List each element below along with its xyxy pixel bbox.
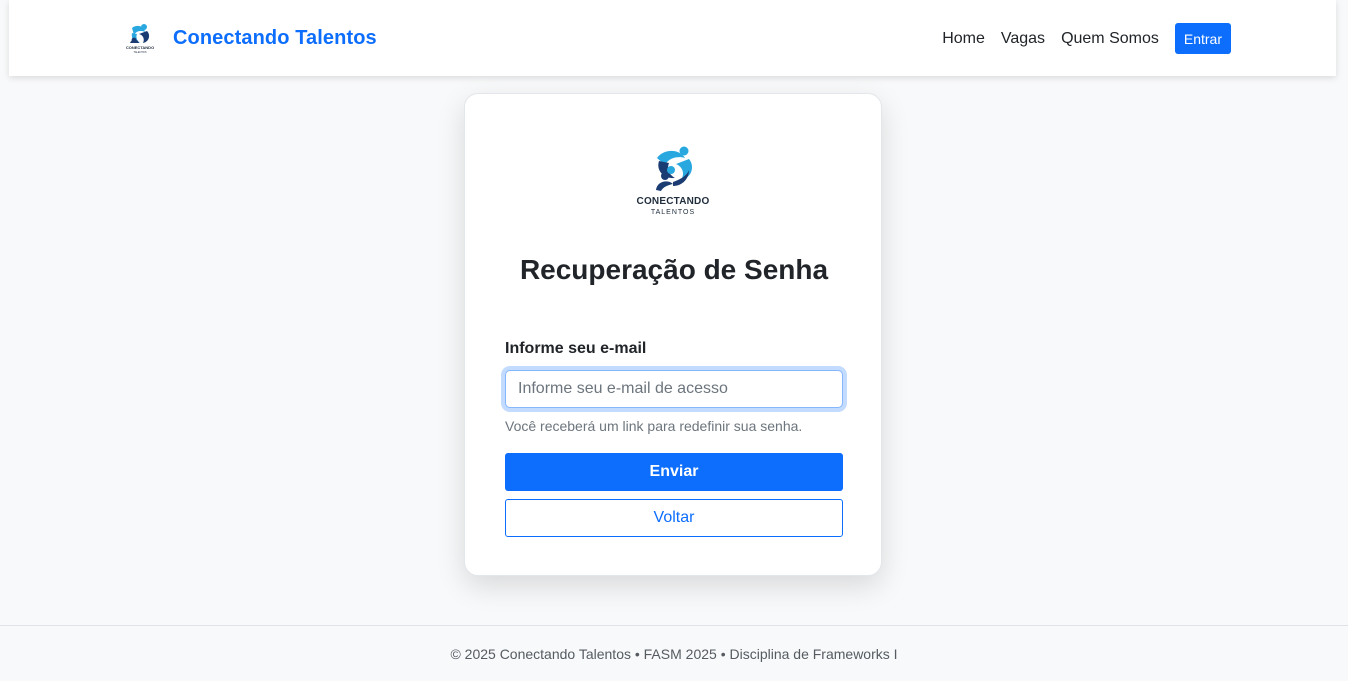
nav-link-quem-somos[interactable]: Quem Somos bbox=[1061, 30, 1159, 48]
submit-button[interactable]: Enviar bbox=[505, 453, 843, 491]
brand-link[interactable]: CONECTANDO TALENTOS Conectando Talentos bbox=[123, 22, 377, 54]
card-logo: CONECTANDO TALENTOS bbox=[631, 146, 715, 220]
back-button[interactable]: Voltar bbox=[505, 499, 843, 537]
top-navbar: CONECTANDO TALENTOS Conectando Talentos … bbox=[9, 0, 1336, 76]
email-input[interactable] bbox=[505, 370, 843, 408]
page-title: Recuperação de Senha bbox=[519, 254, 829, 285]
nav-link-vagas[interactable]: Vagas bbox=[1001, 30, 1045, 48]
svg-text:TALENTOS: TALENTOS bbox=[134, 51, 147, 54]
logo-subtext: TALENTOS bbox=[650, 209, 696, 216]
footer-text: © 2025 Conectando Talentos • FASM 2025 •… bbox=[450, 645, 898, 662]
brand-name[interactable]: Conectando Talentos bbox=[173, 27, 377, 50]
svg-text:CONECTANDO: CONECTANDO bbox=[126, 45, 154, 50]
connecting-people-logo-icon bbox=[656, 146, 693, 191]
brand-logo-icon: CONECTANDO TALENTOS bbox=[126, 24, 154, 54]
nav-link-home[interactable]: Home bbox=[942, 30, 985, 48]
email-help-text: Você receberá um link para redefinir sua… bbox=[505, 418, 803, 434]
email-label: Informe seu e-mail bbox=[505, 340, 647, 357]
password-recovery-card: CONECTANDO TALENTOS Recuperação de Senha… bbox=[464, 93, 882, 576]
login-button[interactable]: Entrar bbox=[1174, 23, 1231, 54]
page-footer: © 2025 Conectando Talentos • FASM 2025 •… bbox=[0, 625, 1348, 681]
nav-links: Home Vagas Quem Somos Entrar bbox=[942, 23, 1231, 54]
logo-wordmark: CONECTANDO bbox=[636, 196, 710, 207]
